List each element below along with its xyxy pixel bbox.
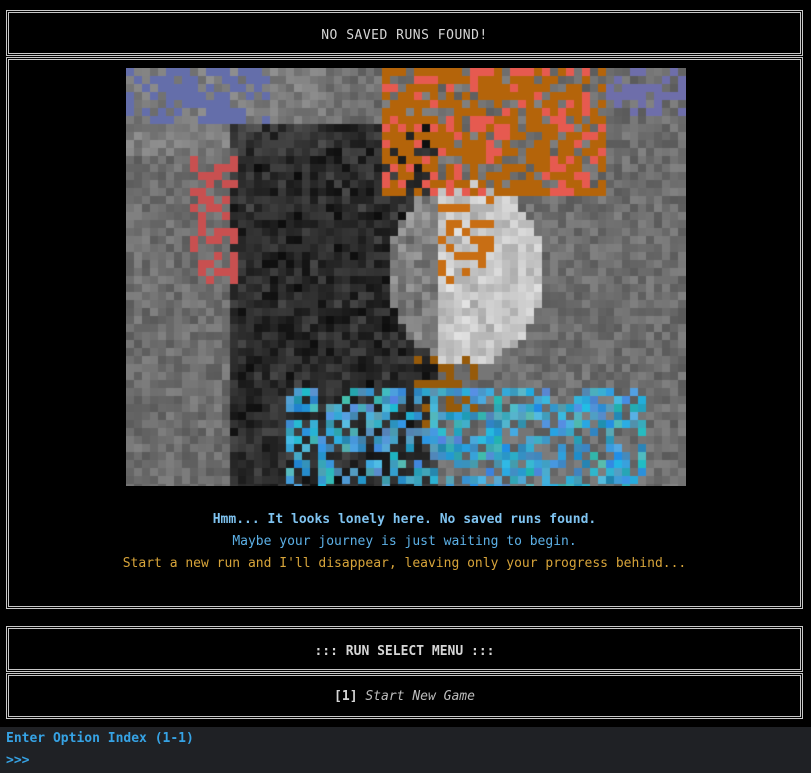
menu-options-box: [1] Start New Game — [6, 673, 803, 719]
pixel-portrait-image — [126, 68, 686, 486]
content-box: Hmm... It looks lonely here. No saved ru… — [6, 57, 803, 609]
terminal-output: NO SAVED RUNS FOUND! Hmm... It looks lon… — [0, 0, 811, 727]
menu-option-label: Start New Game — [365, 689, 475, 704]
title-box: NO SAVED RUNS FOUND! — [6, 10, 803, 56]
message-line-3: Start a new run and I'll disappear, leav… — [122, 556, 687, 571]
no-runs-title: NO SAVED RUNS FOUND! — [321, 28, 488, 43]
menu-option-index: [1] — [334, 689, 358, 704]
terminal-screen: NO SAVED RUNS FOUND! Hmm... It looks lon… — [0, 0, 811, 773]
menu-title-box: ::: RUN SELECT MENU ::: — [6, 626, 803, 672]
command-input[interactable]: >>> — [6, 753, 29, 768]
menu-title: ::: RUN SELECT MENU ::: — [314, 644, 495, 659]
prompt-label: Enter Option Index (1-1) — [6, 731, 194, 746]
message-line-2: Maybe your journey is just waiting to be… — [232, 534, 577, 549]
menu-option-start-new-game[interactable]: [1] Start New Game — [9, 689, 800, 704]
message-line-1: Hmm... It looks lonely here. No saved ru… — [212, 512, 597, 527]
